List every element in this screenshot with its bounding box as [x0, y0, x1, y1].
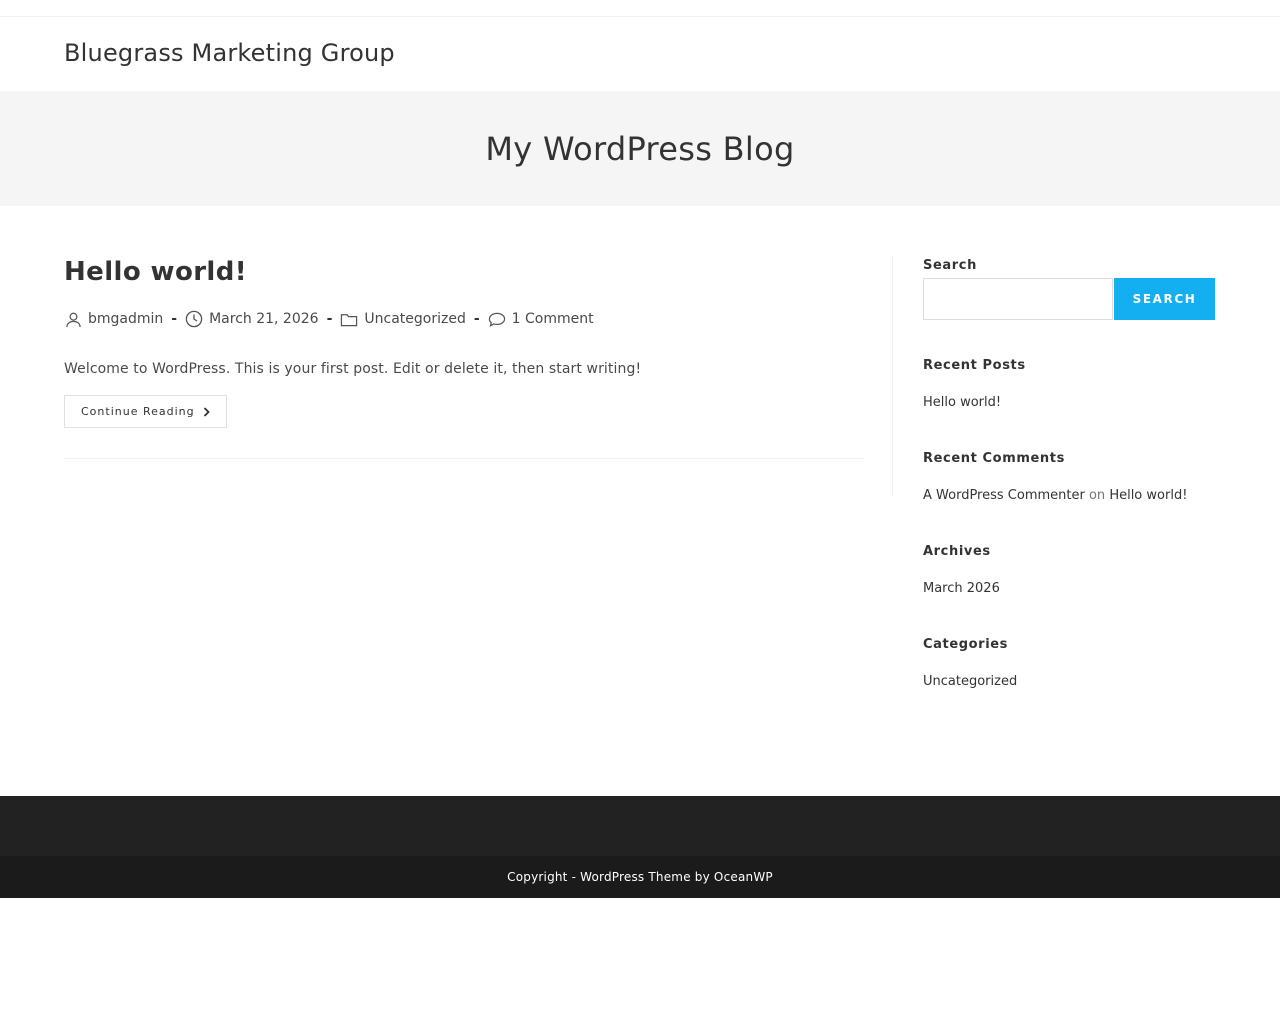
site-title-link[interactable]: Bluegrass Marketing Group — [64, 39, 395, 67]
copyright-text: Copyright - WordPress Theme by OceanWP — [507, 870, 773, 884]
top-bar — [0, 0, 1280, 17]
site-footer: Copyright - WordPress Theme by OceanWP — [0, 796, 1280, 898]
chevron-right-icon — [203, 406, 210, 417]
post-category-link[interactable]: Uncategorized — [364, 311, 465, 327]
search-input[interactable] — [923, 278, 1113, 320]
continue-reading-button[interactable]: Continue Reading — [64, 395, 227, 428]
search-widget: Search SEARCH — [923, 256, 1215, 320]
post-author-link[interactable]: bmgadmin — [88, 311, 163, 327]
comment-icon — [488, 310, 506, 328]
post-date-text: March 21, 2026 — [209, 311, 319, 327]
clock-icon — [185, 310, 203, 328]
post-excerpt: Welcome to WordPress. This is your first… — [64, 361, 642, 377]
post-divider — [64, 458, 864, 459]
search-widget-title: Search — [923, 258, 977, 273]
archive-link[interactable]: March 2026 — [923, 581, 1000, 596]
recent-comments-widget: Recent Comments A WordPress Commenter on… — [923, 449, 1215, 506]
post-comments: 1 Comment — [488, 310, 594, 328]
comment-on-text: on — [1088, 488, 1106, 503]
meta-separator: - — [171, 311, 178, 327]
continue-reading-label: Continue Reading — [81, 405, 195, 418]
categories-widget: Categories Uncategorized — [923, 635, 1215, 692]
meta-separator: - — [326, 311, 333, 327]
archives-widget: Archives March 2026 — [923, 542, 1215, 599]
page-title: My WordPress Blog — [485, 129, 795, 168]
category-link[interactable]: Uncategorized — [923, 674, 1017, 689]
folder-icon — [340, 310, 358, 328]
recent-comments-list: A WordPress Commenter on Hello world! — [923, 486, 1215, 506]
site-header: Bluegrass Marketing Group — [0, 17, 1280, 91]
search-form: SEARCH — [923, 278, 1215, 320]
categories-title: Categories — [923, 637, 1009, 652]
archives-list: March 2026 — [923, 579, 1215, 599]
categories-list: Uncategorized — [923, 672, 1215, 692]
footer-widgets-area — [0, 796, 1280, 856]
content-area: Hello world! bmgadmin - March 21, 2026 -… — [0, 206, 1280, 796]
search-button[interactable]: SEARCH — [1114, 278, 1215, 320]
comment-author-link[interactable]: A WordPress Commenter — [923, 488, 1085, 503]
post-meta: bmgadmin - March 21, 2026 - Uncategorize… — [64, 307, 864, 331]
page-header: My WordPress Blog — [0, 91, 1280, 206]
archives-title: Archives — [923, 544, 991, 559]
sidebar-divider — [892, 256, 893, 496]
post-date: March 21, 2026 — [185, 310, 319, 328]
sidebar: Search SEARCH Recent Posts Hello world! … — [923, 256, 1215, 692]
recent-posts-widget: Recent Posts Hello world! — [923, 356, 1215, 413]
footer-bottom-bar: Copyright - WordPress Theme by OceanWP — [0, 856, 1280, 898]
recent-posts-list: Hello world! — [923, 393, 1215, 413]
meta-separator: - — [473, 311, 480, 327]
recent-posts-title: Recent Posts — [923, 358, 1026, 373]
post-category: Uncategorized — [340, 310, 466, 328]
blog-post: Hello world! bmgadmin - March 21, 2026 -… — [64, 256, 864, 459]
recent-comments-title: Recent Comments — [923, 451, 1065, 466]
post-title[interactable]: Hello world! — [64, 256, 864, 288]
post-comments-link[interactable]: 1 Comment — [512, 311, 594, 327]
post-author: bmgadmin — [64, 310, 163, 328]
comment-post-link[interactable]: Hello world! — [1109, 488, 1187, 503]
main-content: Hello world! bmgadmin - March 21, 2026 -… — [64, 256, 864, 459]
user-icon — [64, 310, 82, 328]
recent-post-link[interactable]: Hello world! — [923, 395, 1001, 410]
